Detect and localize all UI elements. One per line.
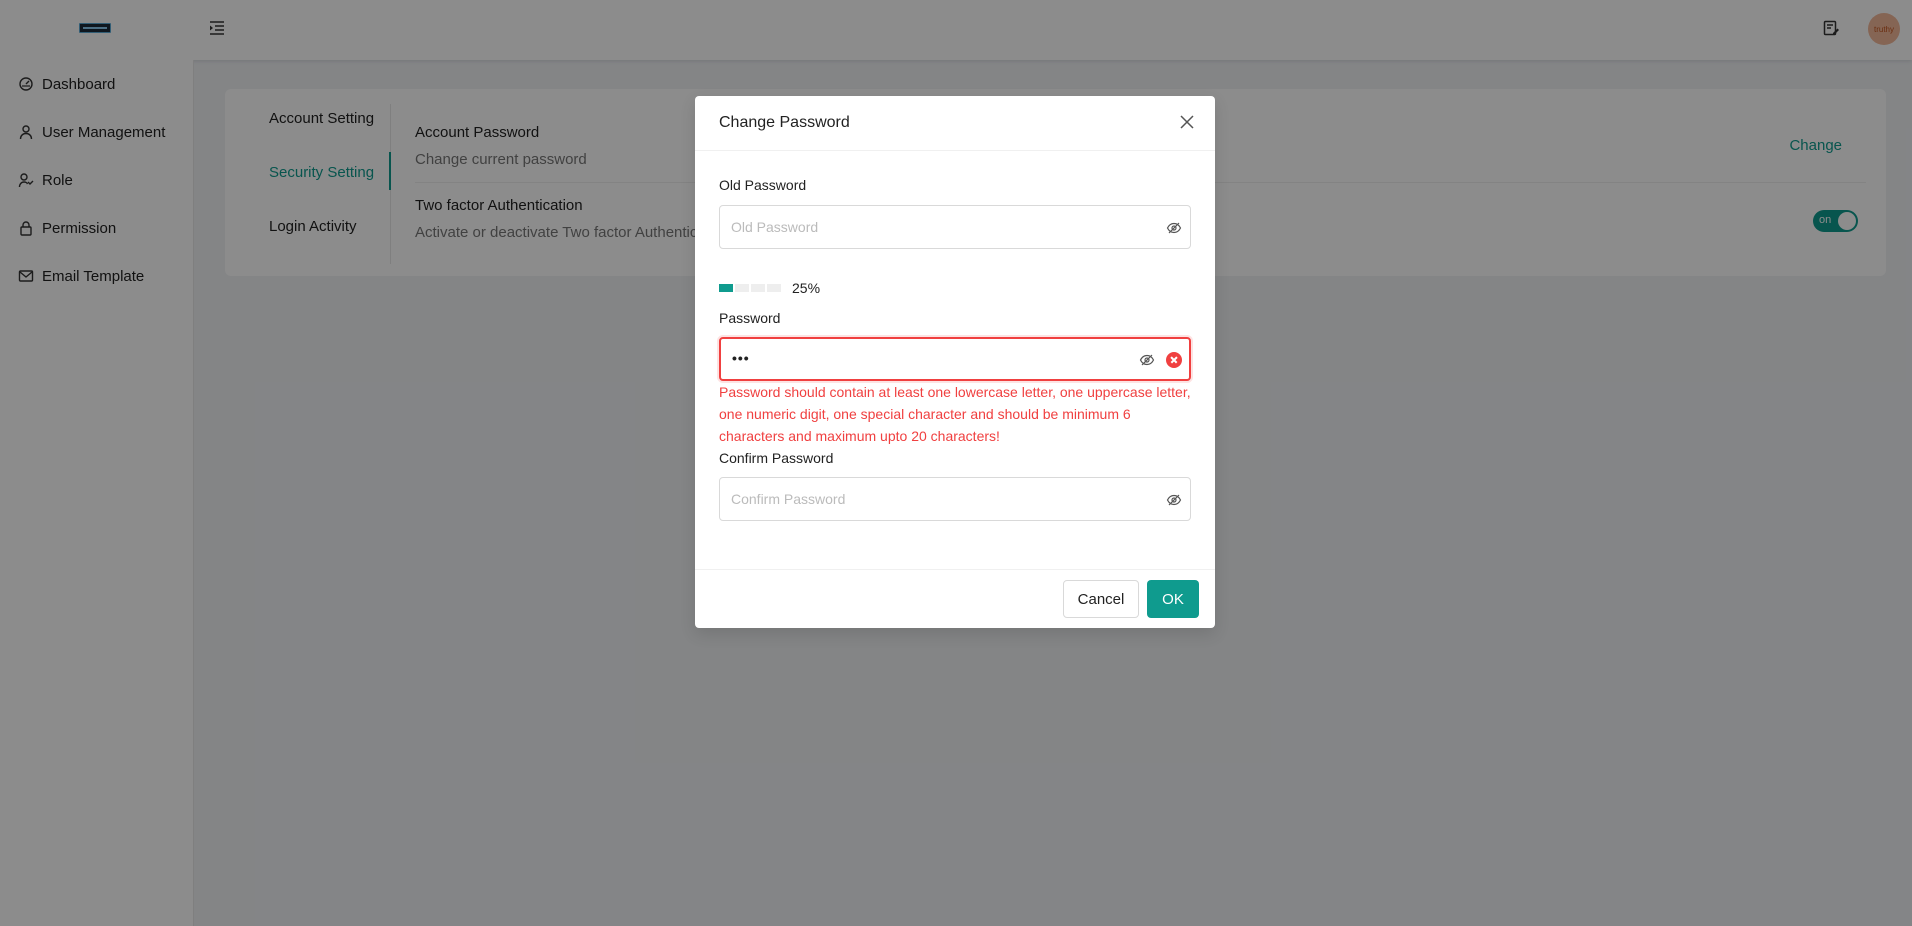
strength-segment: [767, 284, 781, 292]
confirm-password-field[interactable]: Confirm Password: [719, 477, 1191, 521]
strength-segment: [751, 284, 765, 292]
old-password-field[interactable]: Old Password: [719, 205, 1191, 249]
old-password-label: Old Password: [719, 177, 807, 193]
ok-button[interactable]: OK: [1147, 580, 1199, 618]
old-password-placeholder: Old Password: [731, 219, 819, 235]
confirm-password-label: Confirm Password: [719, 450, 834, 466]
close-icon[interactable]: [1177, 112, 1197, 132]
cancel-button[interactable]: Cancel: [1063, 580, 1139, 618]
modal-title: Change Password: [719, 114, 850, 131]
password-field[interactable]: •••: [719, 337, 1191, 381]
confirm-password-placeholder: Confirm Password: [731, 491, 846, 507]
strength-percent: 25%: [792, 280, 821, 296]
change-password-modal: Change Password Old Password Old Passwor…: [695, 96, 1215, 628]
password-strength-meter: 25%: [719, 280, 820, 296]
eye-invisible-icon[interactable]: [1166, 492, 1182, 508]
eye-invisible-icon[interactable]: [1139, 352, 1155, 368]
modal-footer: Cancel OK: [695, 569, 1215, 628]
eye-invisible-icon[interactable]: [1166, 220, 1182, 236]
strength-segment: [719, 284, 733, 292]
password-error-message: Password should contain at least one low…: [719, 384, 1191, 444]
password-label: Password: [719, 310, 781, 326]
password-value: •••: [732, 350, 750, 366]
strength-segment: [735, 284, 749, 292]
modal-header: Change Password: [695, 96, 1215, 151]
clear-input-icon[interactable]: [1166, 352, 1182, 368]
